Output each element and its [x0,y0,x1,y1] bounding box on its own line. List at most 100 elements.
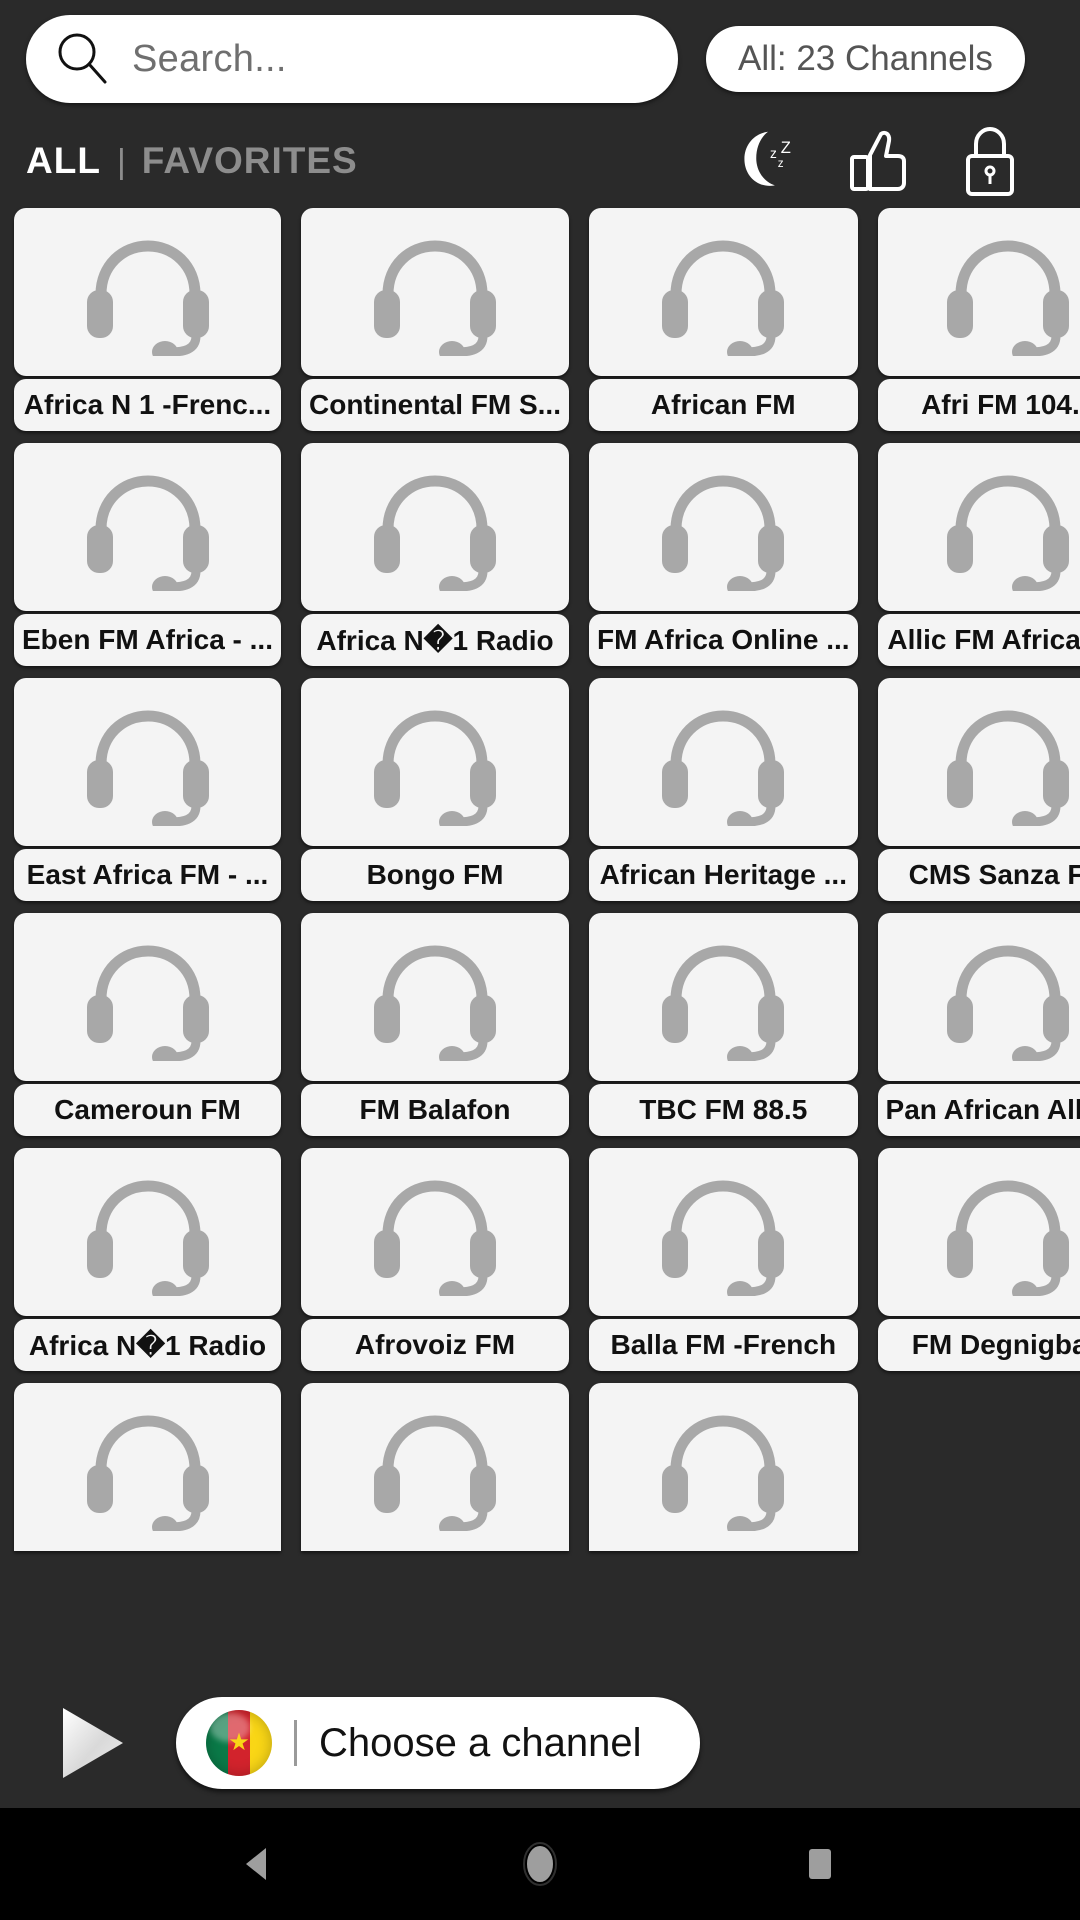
channel-card[interactable] [14,1383,281,1551]
channel-name-label: CMS Sanza FM [877,849,1080,901]
channel-card[interactable]: Eben FM Africa - ... [14,443,281,666]
channel-artwork[interactable] [14,443,281,611]
tab-all[interactable]: ALL [26,140,101,182]
channel-name-label: African FM [589,379,858,431]
channel-card[interactable]: FM Balafon [301,913,569,1136]
android-back-button[interactable] [215,1819,305,1909]
android-recents-button[interactable] [775,1819,865,1909]
channel-card[interactable] [589,1383,858,1551]
headset-icon [947,945,1070,1061]
channel-artwork[interactable] [301,1383,569,1551]
channel-name-label: FM Degnigban [877,1319,1080,1371]
channel-artwork[interactable] [14,1148,281,1316]
channel-artwork[interactable] [589,1148,858,1316]
channel-artwork[interactable] [589,208,858,376]
channel-name-label: Balla FM -French [589,1319,858,1371]
headset-icon [86,475,209,591]
channel-artwork[interactable] [877,208,1080,376]
svg-text:z: z [778,157,784,170]
channel-card[interactable]: FM Africa Online ... [589,443,858,666]
headset-icon [374,1415,496,1531]
channel-artwork[interactable] [589,443,858,611]
channel-artwork[interactable] [14,913,281,1081]
channel-artwork[interactable] [877,913,1080,1081]
channel-name-label: Cameroun FM [14,1084,281,1136]
channel-artwork[interactable] [301,1148,569,1316]
channel-card[interactable] [301,1383,569,1551]
channel-card[interactable]: Africa N 1 -Frenc... [14,208,281,431]
channel-count-label: All: 23 Channels [738,39,993,78]
channel-card[interactable]: CMS Sanza FM [877,678,1080,901]
play-icon[interactable] [40,1695,136,1791]
channel-name-label: Bongo FM [301,849,569,901]
channel-name-label: FM Balafon [301,1084,569,1136]
channel-name-label: Africa N�1 Radio [301,614,569,666]
now-playing-chip[interactable]: ★ Choose a channel [176,1697,700,1789]
headset-icon [86,710,209,826]
flag-star: ★ [228,1729,250,1756]
channel-name-label: Continental FM S... [301,379,569,431]
android-home-button[interactable] [495,1819,585,1909]
channel-artwork[interactable] [877,443,1080,611]
channel-grid: Africa N 1 -Frenc... Continental FM S...… [14,204,1080,1551]
headset-icon [662,1180,785,1296]
headset-icon [662,710,785,826]
channel-name-label: Afrovoiz FM [301,1319,569,1371]
tab-favorites[interactable]: FAVORITES [142,140,358,182]
headset-icon [86,1180,209,1296]
radio-app-screen: Search... All: 23 Channels ALL | FAVORIT… [0,0,1080,1920]
channel-name-label: TBC FM 88.5 [589,1084,858,1136]
channel-grid-scroll[interactable]: Africa N 1 -Frenc... Continental FM S...… [0,204,1080,1678]
lock-icon[interactable] [952,123,1028,199]
channel-card[interactable]: Balla FM -French [589,1148,858,1371]
channel-card[interactable]: Cameroun FM [14,913,281,1136]
channel-card[interactable]: Afrovoiz FM [301,1148,569,1371]
channel-artwork[interactable] [589,913,858,1081]
tab-separator: | [116,143,126,181]
headset-icon [662,240,785,356]
channel-card[interactable]: Continental FM S... [301,208,569,431]
headset-icon [662,475,785,591]
headset-icon [947,475,1070,591]
cameroon-flag-icon: ★ [206,1710,272,1776]
headset-icon [947,710,1070,826]
channel-artwork[interactable] [301,913,569,1081]
channel-artwork[interactable] [301,208,569,376]
headset-icon [86,240,209,356]
headset-icon [374,945,496,1061]
channel-artwork[interactable] [301,443,569,611]
channel-name-label: Allic FM Africa - ... [877,614,1080,666]
search-placeholder: Search... [132,37,287,80]
channel-artwork[interactable] [877,1148,1080,1316]
search-row: Search... All: 23 Channels [0,0,1080,118]
headset-icon [374,1180,496,1296]
channel-card[interactable]: East Africa FM - ... [14,678,281,901]
channel-name-label: Africa N 1 -Frenc... [14,379,281,431]
channel-artwork[interactable] [14,1383,281,1551]
channel-card[interactable]: Africa N�1 Radio [14,1148,281,1371]
headset-icon [374,475,496,591]
search-input[interactable]: Search... [26,15,678,103]
channel-artwork[interactable] [589,678,858,846]
channel-artwork[interactable] [877,678,1080,846]
channel-card[interactable]: Africa N�1 Radio [301,443,569,666]
channel-card[interactable]: African FM [589,208,858,431]
headset-icon [374,240,496,356]
channel-card[interactable]: Bongo FM [301,678,569,901]
headset-icon [947,240,1070,356]
channel-artwork[interactable] [301,678,569,846]
thumbs-up-icon[interactable] [842,123,918,199]
channel-card[interactable]: Allic FM Africa - ... [877,443,1080,666]
channel-artwork[interactable] [14,208,281,376]
channel-count-badge[interactable]: All: 23 Channels [706,26,1025,92]
channel-name-label: Eben FM Africa - ... [14,614,281,666]
channel-card[interactable]: African Heritage ... [589,678,858,901]
channel-card[interactable]: Afri FM 104.7 [877,208,1080,431]
headset-icon [374,710,496,826]
channel-artwork[interactable] [589,1383,858,1551]
channel-card[interactable]: TBC FM 88.5 [589,913,858,1136]
channel-card[interactable]: Pan African Allst... [877,913,1080,1136]
channel-artwork[interactable] [14,678,281,846]
channel-card[interactable]: FM Degnigban [877,1148,1080,1371]
sleep-timer-icon[interactable]: Z z z [732,123,808,199]
